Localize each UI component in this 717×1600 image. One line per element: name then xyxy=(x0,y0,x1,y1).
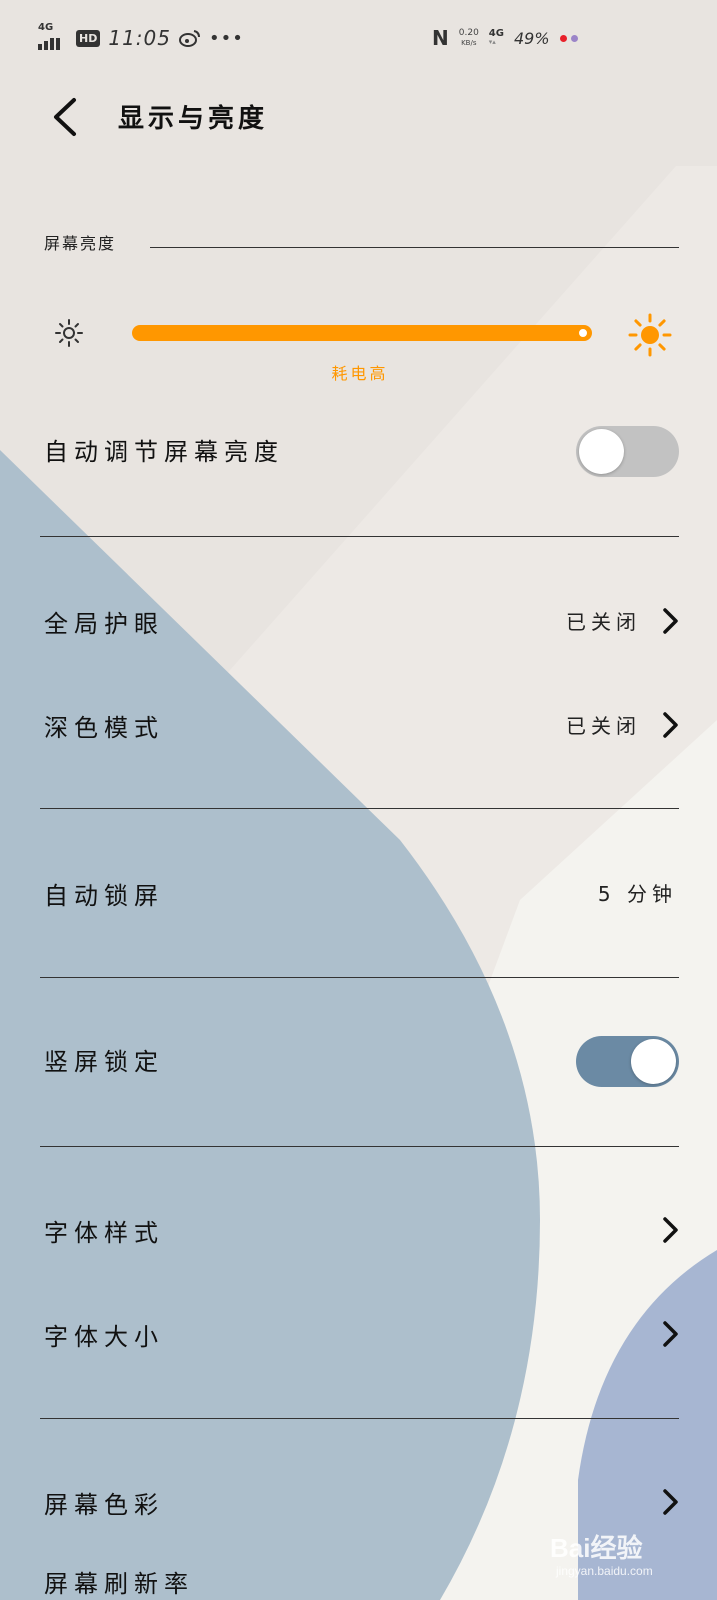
cell-network-icon: 4G ▾▴ xyxy=(488,28,504,47)
auto-brightness-label: 自动调节屏幕亮度 xyxy=(44,438,284,466)
watermark-url: jingyan.baidu.com xyxy=(556,1564,653,1578)
dark-mode-value: 已关闭 xyxy=(566,714,641,738)
rotation-lock-label: 竖屏锁定 xyxy=(44,1048,164,1076)
toggle-knob xyxy=(631,1039,676,1084)
divider xyxy=(40,1418,679,1419)
chevron-right-icon xyxy=(663,712,678,738)
toggle-knob xyxy=(579,429,624,474)
nfc-icon: N xyxy=(432,26,449,50)
network-speed: 0.20 KB/s xyxy=(458,28,479,47)
brightness-hint: 耗电高 xyxy=(331,364,389,383)
chevron-right-icon xyxy=(663,1321,678,1347)
font-size-label: 字体大小 xyxy=(44,1323,164,1351)
watermark-logo: Bai经验 xyxy=(550,1533,643,1563)
divider xyxy=(40,536,679,537)
dark-mode-label: 深色模式 xyxy=(44,714,164,742)
section-divider xyxy=(150,247,679,248)
network-type: 4G xyxy=(38,22,54,33)
more-notifications-icon: ••• xyxy=(208,27,244,49)
auto-lock-value: 5 分钟 xyxy=(597,882,677,906)
brightness-section-header: 屏幕亮度 xyxy=(44,234,117,253)
auto-brightness-toggle[interactable] xyxy=(576,426,679,477)
back-button[interactable] xyxy=(50,96,80,138)
page-title: 显示与亮度 xyxy=(118,104,269,134)
status-dot-red xyxy=(559,34,567,42)
screen-color-label: 屏幕色彩 xyxy=(44,1491,164,1519)
status-dot-purple xyxy=(570,34,578,42)
hd-badge: HD xyxy=(76,29,101,47)
status-time: 11:05 xyxy=(108,26,171,50)
divider xyxy=(40,808,679,809)
brightness-slider[interactable] xyxy=(132,325,592,341)
sun-large-icon xyxy=(628,313,672,357)
font-style-label: 字体样式 xyxy=(44,1219,164,1247)
eye-comfort-value: 已关闭 xyxy=(566,610,641,634)
chevron-right-icon xyxy=(663,1217,678,1243)
eye-comfort-label: 全局护眼 xyxy=(44,610,164,638)
brightness-slider-thumb[interactable] xyxy=(576,326,590,340)
battery-percent: 49% xyxy=(513,28,550,48)
divider xyxy=(40,1146,679,1147)
divider xyxy=(40,977,679,978)
status-bar: 4G HD 11:05 ••• N 0.20 KB/s 4G ▾▴ 49% xyxy=(0,18,717,62)
auto-lock-label: 自动锁屏 xyxy=(44,882,164,910)
chevron-right-icon xyxy=(663,1489,678,1515)
refresh-rate-label: 屏幕刷新率 xyxy=(44,1570,194,1598)
sun-small-icon xyxy=(55,319,83,347)
cell-signal-icon: 4G xyxy=(38,22,68,52)
rotation-lock-toggle[interactable] xyxy=(576,1036,679,1087)
chevron-right-icon xyxy=(663,608,678,634)
weibo-icon xyxy=(178,30,200,47)
